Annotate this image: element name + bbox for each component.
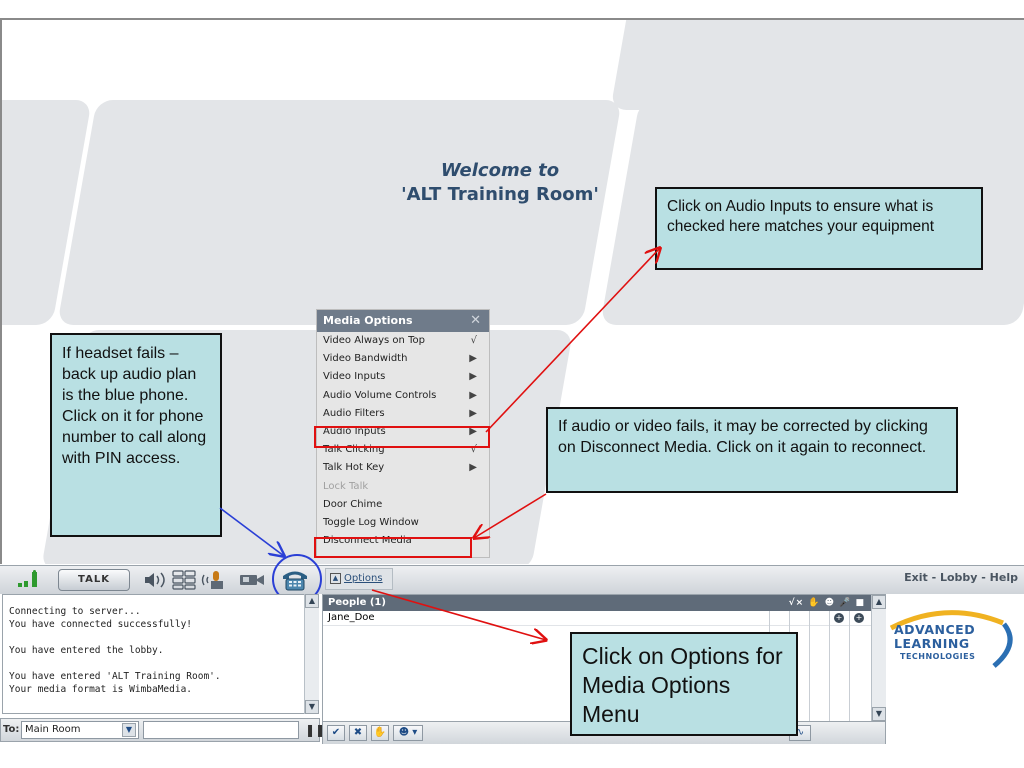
stage-panel-main xyxy=(57,100,622,325)
bottom-panel: Connecting to server... You have connecte… xyxy=(0,594,1024,768)
room-select[interactable]: Main Room ▼ xyxy=(21,721,139,739)
exit-lobby-help-links[interactable]: Exit - Lobby - Help xyxy=(888,571,1018,584)
close-icon[interactable]: ✕ xyxy=(470,310,481,332)
layout-grid-icon[interactable] xyxy=(172,570,198,590)
menu-item-video-always-on-top[interactable]: Video Always on Top √ xyxy=(317,332,489,350)
stage-panel-top-right xyxy=(610,20,1024,110)
logo-line-1: ADVANCED xyxy=(894,622,976,637)
log-line: Your media format is WimbaMedia. xyxy=(9,684,193,695)
people-header: People (1) √× ✋ ☻ 🎤 ■ xyxy=(323,595,885,611)
menu-item-label: Video Bandwidth xyxy=(323,353,408,365)
submenu-arrow-icon: ▶ xyxy=(469,371,477,383)
submenu-arrow-icon: ▶ xyxy=(469,389,477,401)
chevron-down-icon: ▼ xyxy=(122,723,136,737)
menu-item-label: Door Chime xyxy=(323,498,383,510)
welcome-room-name: 'ALT Training Room' xyxy=(401,184,599,205)
log-line: You have connected successfully! xyxy=(9,619,193,630)
talk-button[interactable]: TALK xyxy=(58,569,130,591)
submenu-arrow-icon: ▶ xyxy=(469,462,477,474)
callout-options-text: Click on Options for Media Options Menu xyxy=(582,643,783,727)
people-col-4 xyxy=(829,611,830,721)
log-line: You have entered 'ALT Training Room'. xyxy=(9,671,221,682)
callout-audio-inputs: Click on Audio Inputs to ensure what is … xyxy=(655,187,983,270)
people-col-3 xyxy=(809,611,810,721)
menu-item-label: Toggle Log Window xyxy=(323,516,419,528)
video-camera-icon[interactable] xyxy=(238,571,268,589)
room-select-value: Main Room xyxy=(25,724,81,735)
menu-item-audio-volume-controls[interactable]: Audio Volume Controls ▶ xyxy=(317,387,489,405)
speaker-volume-icon[interactable] xyxy=(142,570,172,590)
logo-line-3: TECHNOLOGIES xyxy=(900,652,976,661)
welcome-line-1: Welcome to xyxy=(440,160,560,181)
menu-item-lock-talk[interactable]: Lock Talk xyxy=(317,478,489,496)
people-status-icons: √× ✋ ☻ 🎤 ■ xyxy=(788,598,865,608)
submenu-arrow-icon: ▶ xyxy=(469,407,477,419)
callout-headset-text: If headset fails – back up audio plan is… xyxy=(62,345,207,467)
alt-logo: ADVANCED LEARNING TECHNOLOGIES xyxy=(886,608,1018,682)
menu-item-label: Video Always on Top xyxy=(323,335,425,346)
media-toolbar: TALK ▲ Options Exit - Lobby - Help xyxy=(0,565,1024,595)
log-window: Connecting to server... You have connecte… xyxy=(2,594,318,714)
check-icon[interactable]: ✔ xyxy=(327,725,345,741)
raise-hand-icon[interactable]: ✋ xyxy=(371,725,389,741)
callout-disconnect: If audio or video fails, it may be corre… xyxy=(546,407,958,493)
disconnect-media-highlight xyxy=(314,537,472,558)
menu-item-door-chime[interactable]: Door Chime xyxy=(317,496,489,514)
log-line: You have entered the lobby. xyxy=(9,645,164,656)
plus-icon-2[interactable]: + xyxy=(854,613,864,623)
options-button-label: Options xyxy=(344,573,383,584)
log-line: Connecting to server... xyxy=(9,606,141,617)
people-scroll-up-icon[interactable]: ▲ xyxy=(872,595,886,609)
menu-item-video-inputs[interactable]: Video Inputs ▶ xyxy=(317,368,489,386)
log-lines: Connecting to server... You have connecte… xyxy=(9,605,317,695)
menu-item-label: Video Inputs xyxy=(323,371,386,383)
options-button[interactable]: ▲ Options xyxy=(325,568,393,590)
callout-options: Click on Options for Media Options Menu xyxy=(570,632,798,736)
scroll-up-icon[interactable]: ▲ xyxy=(305,594,319,608)
media-options-title: Media Options xyxy=(323,314,413,327)
menu-item-toggle-log-window[interactable]: Toggle Log Window xyxy=(317,514,489,532)
logo-line-2: LEARNING xyxy=(894,636,970,651)
menu-item-audio-filters[interactable]: Audio Filters ▶ xyxy=(317,405,489,423)
menu-item-label: Talk Hot Key xyxy=(323,462,385,474)
people-col-5 xyxy=(849,611,850,721)
signal-strength-icon xyxy=(18,570,44,588)
close-x-icon[interactable]: ✖ xyxy=(349,725,367,741)
log-scrollbar[interactable]: ▲ ▼ xyxy=(304,594,319,714)
callout-disconnect-text: If audio or video fails, it may be corre… xyxy=(558,418,928,456)
menu-item-label: Audio Filters xyxy=(323,407,385,419)
checkmark-icon: √ xyxy=(470,335,477,346)
people-title: People (1) xyxy=(328,597,386,608)
menu-item-label: Lock Talk xyxy=(323,480,369,492)
emoticon-icon[interactable]: ☻ ▾ xyxy=(393,725,423,741)
menu-item-video-bandwidth[interactable]: Video Bandwidth ▶ xyxy=(317,350,489,368)
people-scrollbar[interactable]: ▲ ▼ xyxy=(871,595,886,721)
options-expand-icon: ▲ xyxy=(330,572,341,584)
chat-to-bar: To: Main Room ▼ ❚❚ xyxy=(0,718,325,742)
media-options-header: Media Options ✕ xyxy=(317,310,489,332)
people-list: Jane_Doe xyxy=(323,611,885,626)
callout-headset: If headset fails – back up audio plan is… xyxy=(50,333,222,537)
plus-icon[interactable]: + xyxy=(834,613,844,623)
chat-input[interactable] xyxy=(143,721,299,739)
people-row[interactable]: Jane_Doe xyxy=(323,611,885,626)
microphone-icon[interactable] xyxy=(200,569,234,591)
talk-button-label: TALK xyxy=(78,574,110,585)
people-scroll-down-icon[interactable]: ▼ xyxy=(872,707,886,721)
scroll-down-icon[interactable]: ▼ xyxy=(305,700,319,714)
callout-audio-inputs-text: Click on Audio Inputs to ensure what is … xyxy=(667,198,935,235)
audio-inputs-highlight xyxy=(314,426,490,448)
chat-to-label: To: xyxy=(3,724,20,735)
menu-item-label: Audio Volume Controls xyxy=(323,389,437,401)
submenu-arrow-icon: ▶ xyxy=(469,353,477,365)
menu-item-talk-hot-key[interactable]: Talk Hot Key ▶ xyxy=(317,459,489,477)
